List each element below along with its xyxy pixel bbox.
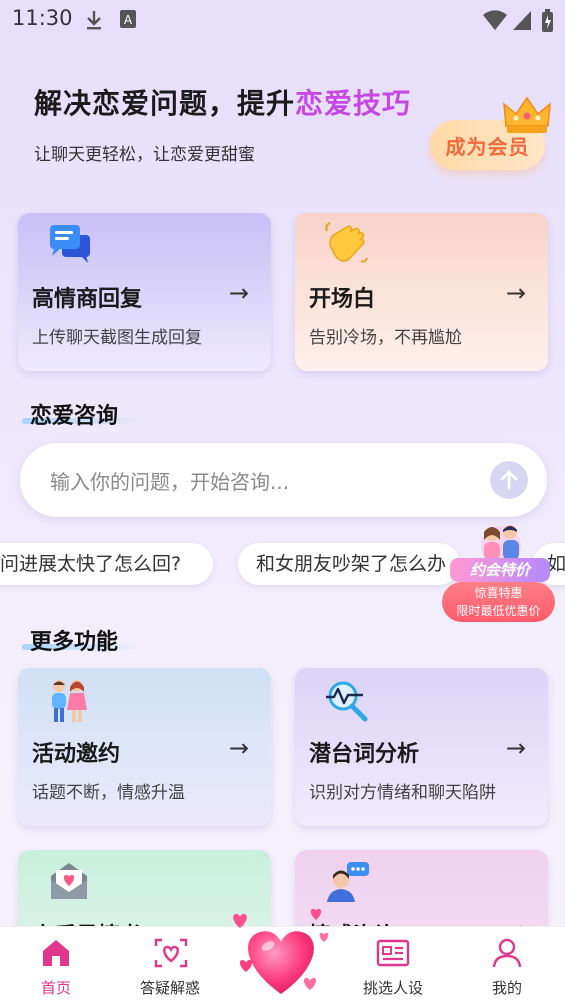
page-subtitle: 让聊天更轻松，让恋爱更甜蜜 xyxy=(34,145,255,165)
feature-card-eq-reply[interactable]: 高情商回复 → 上传聊天截图生成回复 xyxy=(18,213,271,371)
user-icon xyxy=(491,937,523,973)
status-time: 11:30 xyxy=(12,6,73,30)
consult-placeholder: 输入你的问题，开始咨询... xyxy=(50,470,290,494)
magnifier-wave-icon xyxy=(325,678,369,726)
promo-line1: 惊喜特惠 xyxy=(474,586,523,600)
cell-signal-icon xyxy=(512,9,532,35)
headline-text: 解决恋爱问题，提升 xyxy=(34,87,296,120)
arrow-right-icon: → xyxy=(505,279,526,307)
chip-label: 问进展太快了怎么回? xyxy=(0,553,182,575)
chat-bubbles-icon xyxy=(48,223,92,269)
hearts-icon xyxy=(233,908,329,994)
love-letter-icon xyxy=(48,860,90,906)
page-headline: 解决恋爱问题，提升恋爱技巧 xyxy=(34,82,411,122)
nav-home[interactable]: 首页 xyxy=(11,927,101,1004)
promo-title: 约会特价 xyxy=(450,558,550,582)
keyboard-a-icon: A xyxy=(119,9,137,33)
nav-label: 首页 xyxy=(40,979,71,997)
home-icon xyxy=(40,937,72,973)
crown-icon xyxy=(502,96,552,140)
download-icon xyxy=(84,9,104,35)
send-button[interactable] xyxy=(490,461,528,499)
nav-label: 挑选人设 xyxy=(362,979,423,997)
suggestion-chip[interactable]: 和女朋友吵架了怎么办 xyxy=(238,543,460,585)
card-desc: 识别对方情绪和聊天陷阱 xyxy=(309,783,496,803)
feature-card-activity-invite[interactable]: 活动邀约 → 话题不断，情感升温 xyxy=(18,668,271,826)
card-title: 潜台词分析 xyxy=(309,742,420,767)
nav-label: 答疑解惑 xyxy=(139,979,200,997)
headline-highlight: 恋爱技巧 xyxy=(295,87,412,120)
heart-frame-icon xyxy=(154,937,188,973)
date-promo-badge[interactable]: 约会特价 惊喜特惠 限时最低优惠价 xyxy=(442,520,557,625)
arrow-right-icon: → xyxy=(228,279,249,307)
arrow-up-icon xyxy=(500,470,518,490)
feature-card-subtext-analysis[interactable]: 潜台词分析 → 识别对方情绪和聊天陷阱 xyxy=(295,668,548,826)
chip-label: 和女朋友吵架了怎么办 xyxy=(256,553,447,575)
promo-offer: 惊喜特惠 限时最低优惠价 xyxy=(442,582,555,622)
waving-hand-icon xyxy=(323,221,369,271)
center-hearts-button[interactable] xyxy=(226,898,336,1002)
card-desc: 上传聊天截图生成回复 xyxy=(32,328,202,348)
battery-charging-icon xyxy=(541,9,554,37)
card-desc: 告别冷场，不再尴尬 xyxy=(309,328,462,348)
promo-line2: 限时最低优惠价 xyxy=(456,604,541,618)
couple-icon xyxy=(48,678,88,728)
nav-label: 我的 xyxy=(491,979,522,997)
feature-card-opener[interactable]: 开场白 → 告别冷场，不再尴尬 xyxy=(295,213,548,371)
card-desc: 话题不断，情感升温 xyxy=(32,783,185,803)
suggestion-chip[interactable]: 问进展太快了怎么回? xyxy=(0,543,213,585)
id-card-icon xyxy=(376,937,410,973)
nav-qa[interactable]: 答疑解惑 xyxy=(125,927,215,1004)
consult-input[interactable]: 输入你的问题，开始咨询... xyxy=(20,443,547,517)
section-title-more: 更多功能 xyxy=(30,630,119,655)
card-title: 开场白 xyxy=(309,287,376,312)
card-title: 高情商回复 xyxy=(32,287,143,312)
nav-persona[interactable]: 挑选人设 xyxy=(348,927,438,1004)
svg-text:A: A xyxy=(124,13,133,27)
arrow-right-icon: → xyxy=(505,734,526,762)
card-title: 活动邀约 xyxy=(32,742,121,767)
status-bar: 11:30 A xyxy=(0,0,565,40)
arrow-right-icon: → xyxy=(228,734,249,762)
section-title-consult: 恋爱咨询 xyxy=(30,404,119,429)
wifi-icon xyxy=(482,9,508,35)
nav-mine[interactable]: 我的 xyxy=(462,927,552,1004)
